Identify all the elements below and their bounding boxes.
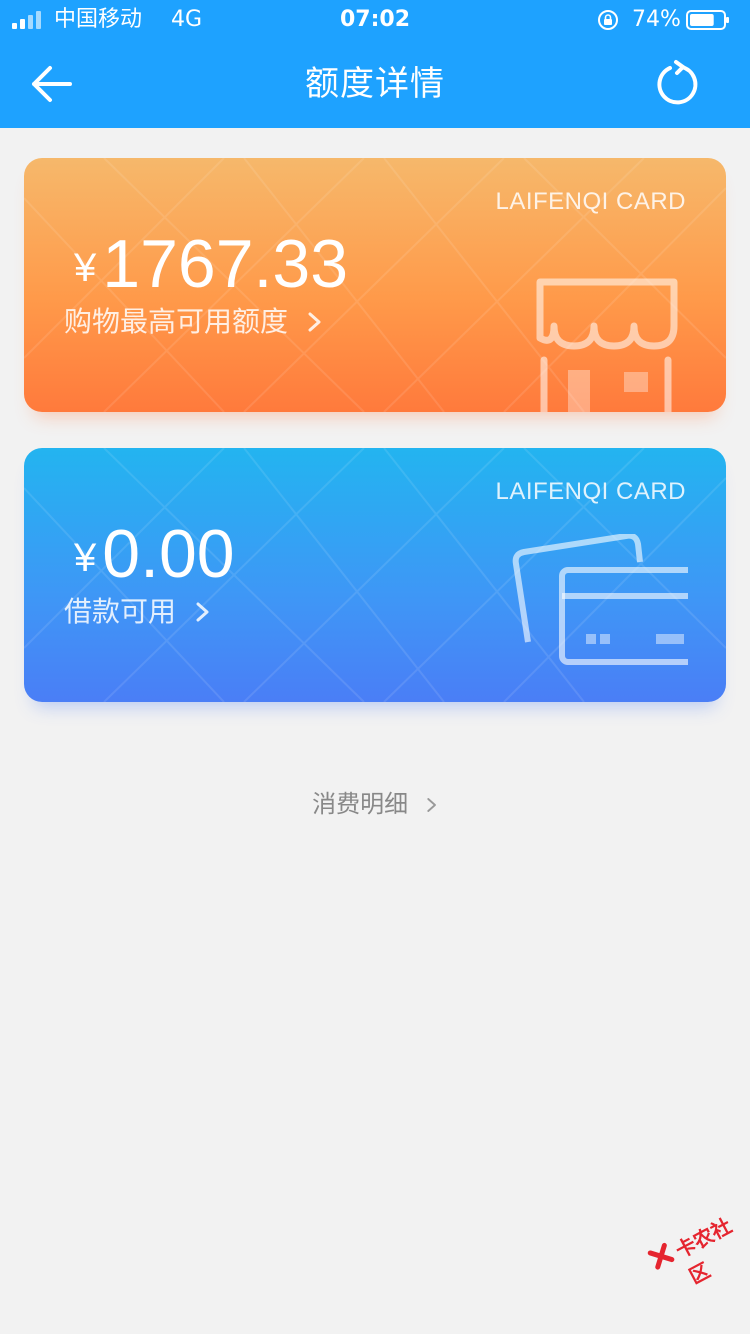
nav-bar: 额度详情 (0, 40, 750, 128)
credit-amount: ¥1767.33 (74, 224, 348, 308)
shop-icon (536, 278, 678, 412)
loan-amount: ¥0.00 (74, 514, 235, 598)
chevron-right-icon (427, 798, 436, 812)
watermark-text: 卡农社区 (671, 1213, 736, 1289)
card-brand: LAIFENQI CARD (495, 478, 686, 505)
amount-value: 1767.33 (102, 226, 349, 302)
app-header: 中国移动 4G 07:02 74% 额度详情 (0, 0, 750, 128)
battery-icon (686, 10, 729, 30)
consumption-detail-text: 消费明细 (312, 790, 409, 818)
card-label[interactable]: 借款可用 (64, 594, 211, 630)
consumption-detail-link[interactable]: 消费明细 (0, 788, 750, 820)
currency-symbol: ¥ (74, 536, 97, 580)
rotation-lock-icon (598, 10, 618, 30)
amount-value: 0.00 (102, 516, 235, 592)
page-title: 额度详情 (305, 64, 445, 104)
shopping-credit-card[interactable]: LAIFENQI CARD ¥1767.33 购物最高可用额度 (24, 158, 726, 412)
card-label[interactable]: 购物最高可用额度 (64, 304, 323, 340)
chevron-right-icon (196, 602, 209, 622)
refresh-icon[interactable] (652, 58, 704, 110)
loan-credit-card[interactable]: LAIFENQI CARD ¥0.00 借款可用 (24, 448, 726, 702)
card-brand: LAIFENQI CARD (495, 188, 686, 215)
battery-percent: 74% (632, 7, 681, 32)
wallet-icon (512, 534, 688, 665)
card-label-text: 购物最高可用额度 (64, 305, 289, 338)
currency-symbol: ¥ (74, 246, 97, 290)
status-bar: 中国移动 4G 07:02 74% (0, 0, 750, 40)
card-label-text: 借款可用 (64, 595, 177, 628)
watermark: 卡农社区 (642, 1199, 750, 1299)
chevron-right-icon (308, 312, 321, 332)
